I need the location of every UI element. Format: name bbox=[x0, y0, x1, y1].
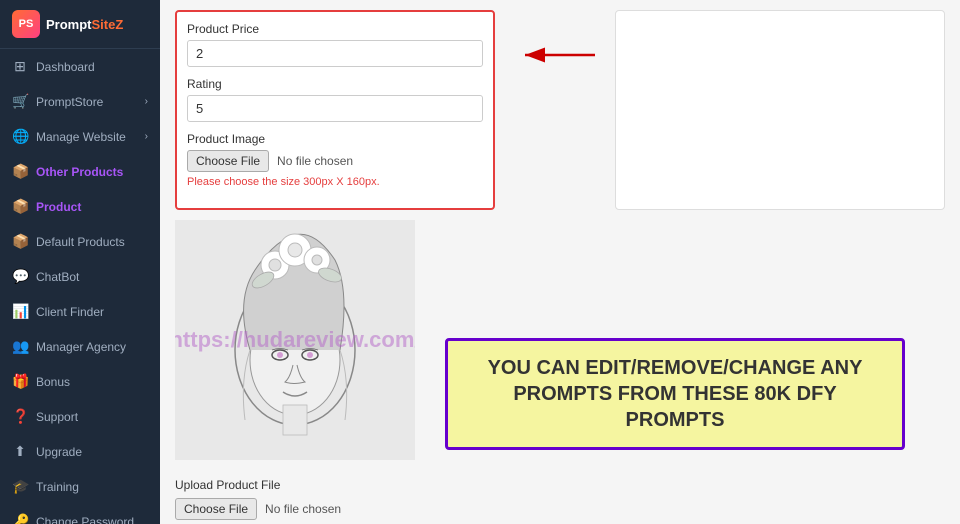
rating-label: Rating bbox=[187, 77, 483, 91]
sidebar-label-product: Product bbox=[36, 200, 81, 214]
sketch-svg bbox=[175, 220, 415, 460]
chatbot-icon: 💬 bbox=[12, 268, 28, 285]
sidebar-label-other-products: Other Products bbox=[36, 165, 123, 179]
sidebar-item-training[interactable]: 🎓 Training bbox=[0, 469, 160, 504]
logo-text: PromptSiteZ bbox=[46, 17, 123, 32]
promptstore-icon: 🛒 bbox=[12, 93, 28, 110]
manage-website-icon: 🌐 bbox=[12, 128, 28, 145]
sidebar-item-support[interactable]: ❓ Support bbox=[0, 399, 160, 434]
sidebar-label-dashboard: Dashboard bbox=[36, 60, 95, 74]
image-group: Product Image Choose File No file chosen… bbox=[187, 132, 483, 188]
manager-agency-icon: 👥 bbox=[12, 338, 28, 355]
arrow-container bbox=[515, 10, 605, 210]
manage-website-arrow: › bbox=[145, 131, 148, 142]
sidebar-item-client-finder[interactable]: 📊 Client Finder bbox=[0, 294, 160, 329]
sidebar-item-upgrade[interactable]: ⬆ Upgrade bbox=[0, 434, 160, 469]
overlay-promo-box: YOU CAN EDIT/REMOVE/CHANGE ANY PROMPTS F… bbox=[445, 338, 905, 450]
sidebar-item-manage-website[interactable]: 🌐 Manage Website › bbox=[0, 119, 160, 154]
support-icon: ❓ bbox=[12, 408, 28, 425]
sidebar-label-bonus: Bonus bbox=[36, 375, 70, 389]
file-upload-row: Choose File No file chosen bbox=[187, 150, 483, 172]
upload-choose-file-button[interactable]: Choose File bbox=[175, 498, 257, 520]
arrow-icon bbox=[515, 40, 605, 70]
default-products-icon: 📦 bbox=[12, 233, 28, 250]
overlay-promo-text: YOU CAN EDIT/REMOVE/CHANGE ANY PROMPTS F… bbox=[464, 355, 886, 433]
right-panel bbox=[615, 10, 945, 210]
sidebar-item-change-password[interactable]: 🔑 Change Password bbox=[0, 504, 160, 524]
logo-icon: PS bbox=[12, 10, 40, 38]
sidebar: PS PromptSiteZ ⊞ Dashboard 🛒 PromptStore… bbox=[0, 0, 160, 524]
sidebar-item-dashboard[interactable]: ⊞ Dashboard bbox=[0, 49, 160, 84]
upload-file-row: Choose File No file chosen bbox=[175, 498, 945, 520]
image-label: Product Image bbox=[187, 132, 483, 146]
promptstore-arrow: › bbox=[145, 96, 148, 107]
rating-group: Rating bbox=[187, 77, 483, 122]
sidebar-label-manager-agency: Manager Agency bbox=[36, 340, 126, 354]
sidebar-label-upgrade: Upgrade bbox=[36, 445, 82, 459]
right-panel-box bbox=[615, 10, 945, 210]
no-file-text: No file chosen bbox=[277, 154, 353, 168]
left-form-box: Product Price Rating Product Image Choos… bbox=[175, 10, 495, 210]
sidebar-label-promptstore: PromptStore bbox=[36, 95, 103, 109]
training-icon: 🎓 bbox=[12, 478, 28, 495]
sidebar-item-promptstore[interactable]: 🛒 PromptStore › bbox=[0, 84, 160, 119]
dashboard-icon: ⊞ bbox=[12, 58, 28, 75]
upload-no-file-text: No file chosen bbox=[265, 502, 341, 516]
upload-label: Upload Product File bbox=[175, 478, 945, 492]
sidebar-item-manager-agency[interactable]: 👥 Manager Agency bbox=[0, 329, 160, 364]
product-icon: 📦 bbox=[12, 198, 28, 215]
sidebar-item-product[interactable]: 📦 Product bbox=[0, 189, 160, 224]
sidebar-label-chatbot: ChatBot bbox=[36, 270, 79, 284]
product-image: https://hudareview.com/ bbox=[175, 220, 415, 460]
image-hint: Please choose the size 300px X 160px. bbox=[187, 176, 483, 188]
logo[interactable]: PS PromptSiteZ bbox=[0, 0, 160, 49]
sidebar-label-manage-website: Manage Website bbox=[36, 130, 126, 144]
sidebar-label-training: Training bbox=[36, 480, 79, 494]
change-password-icon: 🔑 bbox=[12, 513, 28, 524]
sidebar-item-chatbot[interactable]: 💬 ChatBot bbox=[0, 259, 160, 294]
sidebar-item-bonus[interactable]: 🎁 Bonus bbox=[0, 364, 160, 399]
price-group: Product Price bbox=[187, 22, 483, 67]
bonus-icon: 🎁 bbox=[12, 373, 28, 390]
main-content: Product Price Rating Product Image Choos… bbox=[160, 0, 960, 524]
sidebar-item-other-products[interactable]: 📦 Other Products bbox=[0, 154, 160, 189]
client-finder-icon: 📊 bbox=[12, 303, 28, 320]
upload-section: Upload Product File Choose File No file … bbox=[175, 470, 945, 524]
content-area: Product Price Rating Product Image Choos… bbox=[160, 0, 960, 524]
sidebar-label-client-finder: Client Finder bbox=[36, 305, 104, 319]
sidebar-label-change-password: Change Password bbox=[36, 515, 134, 524]
choose-file-button[interactable]: Choose File bbox=[187, 150, 269, 172]
other-products-icon: 📦 bbox=[12, 163, 28, 180]
price-input[interactable] bbox=[187, 40, 483, 67]
form-top-row: Product Price Rating Product Image Choos… bbox=[175, 10, 945, 210]
sidebar-label-support: Support bbox=[36, 410, 78, 424]
upgrade-icon: ⬆ bbox=[12, 443, 28, 460]
price-label: Product Price bbox=[187, 22, 483, 36]
rating-input[interactable] bbox=[187, 95, 483, 122]
sidebar-item-default-products[interactable]: 📦 Default Products bbox=[0, 224, 160, 259]
sidebar-label-default-products: Default Products bbox=[36, 235, 125, 249]
image-overlay-area: https://hudareview.com/ YOU CAN EDIT/REM… bbox=[175, 220, 945, 460]
